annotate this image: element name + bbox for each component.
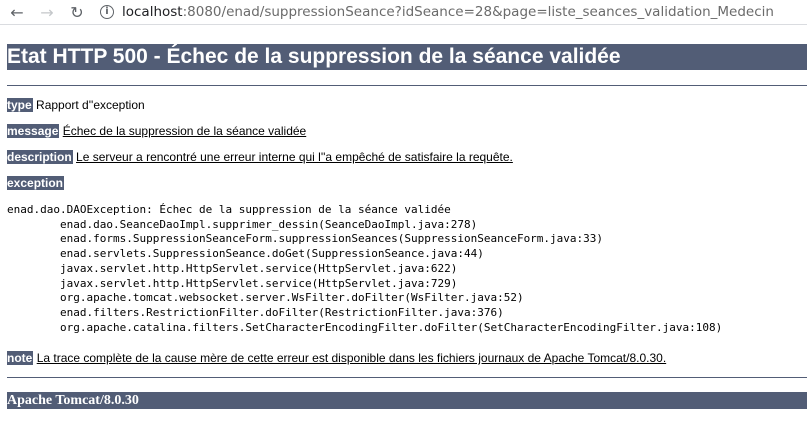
server-footer: Apache Tomcat/8.0.30 [7,392,807,409]
message-value: Échec de la suppression de la séance val… [62,124,307,138]
page-title: Etat HTTP 500 - Échec de la suppression … [7,44,807,70]
description-value: Le serveur a rencontré une erreur intern… [76,150,513,164]
forward-arrow-icon[interactable]: → [36,1,58,23]
message-label: message [7,124,60,138]
info-icon[interactable]: i [100,5,114,19]
note-value: La trace complète de la cause mère de ce… [36,351,667,365]
note-label: note [7,351,34,365]
type-label: type [7,98,33,112]
stack-trace: enad.dao.DAOException: Échec de la suppr… [7,203,723,334]
type-value: Rapport d''exception [36,98,145,112]
reload-icon[interactable]: ↻ [66,1,88,23]
back-arrow-icon[interactable]: ← [6,1,28,23]
exception-row: exception [7,176,65,190]
url-host: localhost [122,4,183,20]
note-row: note La trace complète de la cause mère … [7,351,666,365]
divider [7,377,807,378]
address-bar[interactable]: localhost:8080/enad/suppressionSeance?id… [122,4,774,20]
message-row: message Échec de la suppression de la sé… [7,124,306,138]
description-row: description Le serveur a rencontré une e… [7,150,513,164]
divider [7,85,807,86]
type-row: type Rapport d''exception [7,98,145,112]
exception-label: exception [7,176,65,190]
description-label: description [7,150,73,164]
url-path: :8080/enad/suppressionSeance?idSeance=28… [182,4,774,20]
browser-toolbar: ← → ↻ i localhost:8080/enad/suppressionS… [0,0,807,25]
error-page: Etat HTTP 500 - Échec de la suppression … [7,44,807,70]
